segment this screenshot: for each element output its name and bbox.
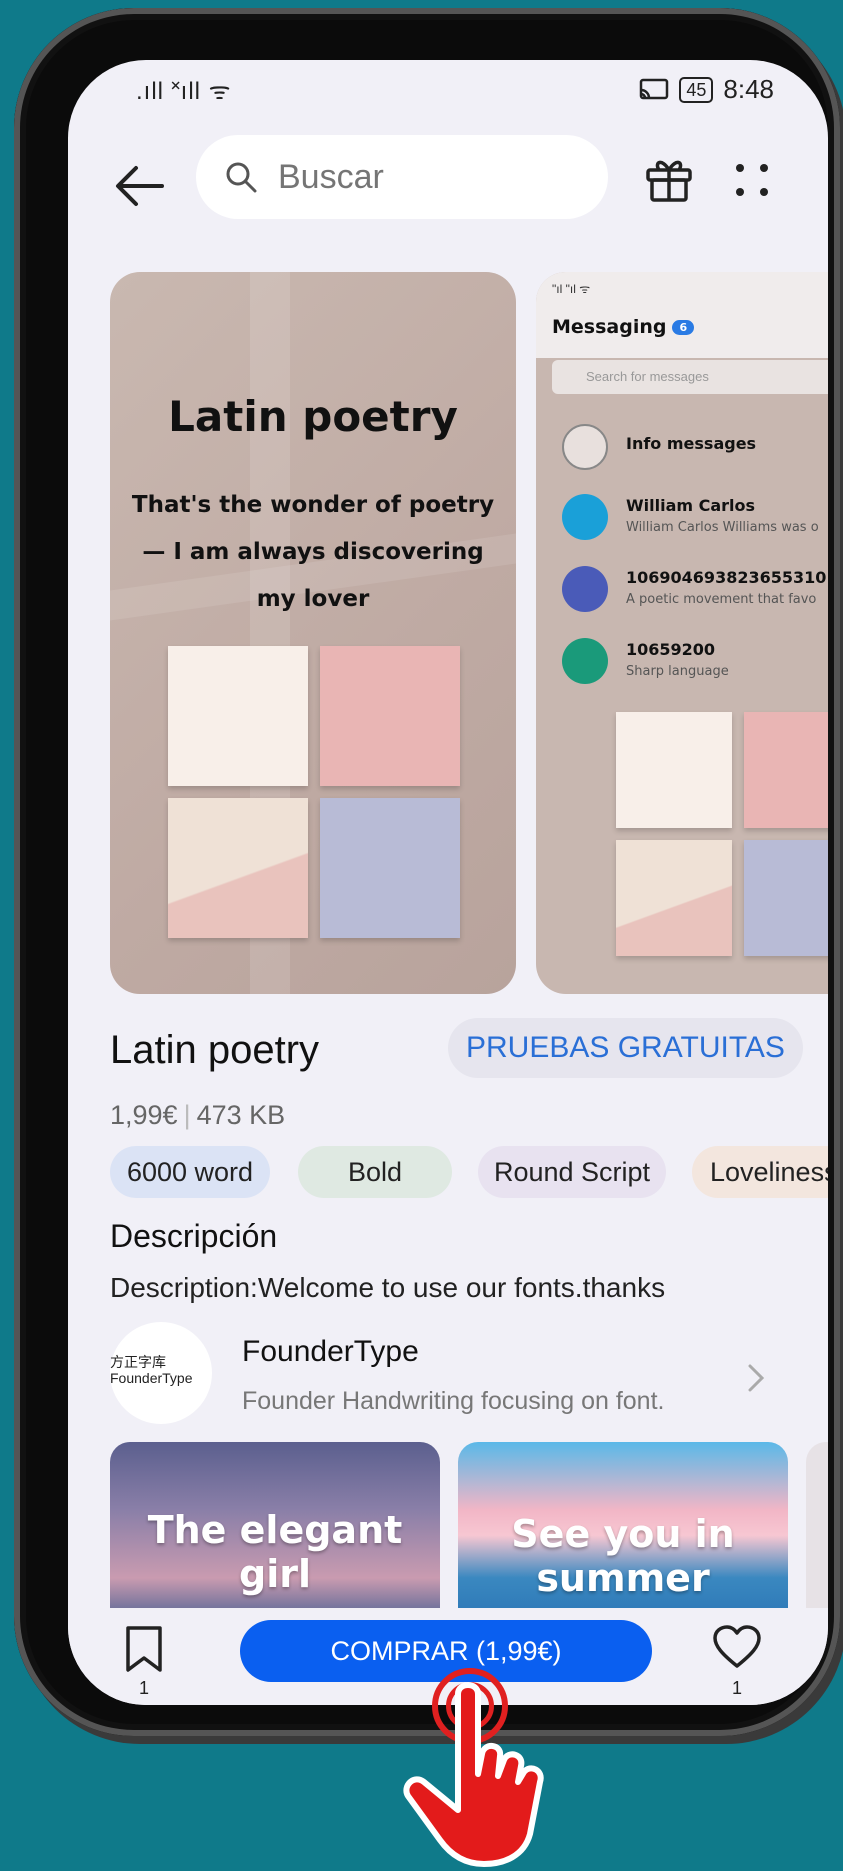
paper-tile [320,646,460,786]
message-name: 106904693823655310 [626,568,827,587]
bookmark-icon[interactable] [124,1624,164,1674]
recommendation-title: See you in summer [511,1512,735,1600]
app-title: Latin poetry [110,1028,320,1072]
avatar [562,494,608,540]
chevron-right-icon[interactable] [746,1362,766,1394]
paper-tile [744,712,828,828]
avatar [562,638,608,684]
search-icon [226,162,257,193]
preview-title: Latin poetry [168,392,458,441]
messaging-header: "ıl "ıl ᯤ Messaging 6 [536,272,828,358]
unread-badge: 6 [672,320,695,335]
status-bar: .ıll ˟ıll ᯤ 45 8:48 [68,60,828,130]
favorite-count: 1 [731,1678,742,1698]
preview-card-main[interactable]: Latin poetry That's the wonder of poetry… [110,272,516,994]
clock: 8:48 [723,74,774,104]
message-name: William Carlos [626,496,756,515]
tag-chip[interactable]: Loveliness [692,1146,828,1198]
tag-chip[interactable]: 6000 word [110,1146,270,1198]
tag-chip[interactable]: Round Script [478,1146,666,1198]
search-input[interactable] [276,156,580,198]
list-item: William Carlos William Carlos Williams w… [562,490,828,546]
heart-icon[interactable] [712,1624,762,1670]
message-snippet: William Carlos Williams was o [626,520,819,535]
description-text: Description:Welcome to use our fonts.tha… [110,1272,666,1303]
paper-tile [168,798,308,938]
back-arrow-icon[interactable] [112,158,168,214]
phone-frame: .ıll ˟ıll ᯤ 45 8:48 Latin poetry That's … [14,8,840,1736]
search-bar[interactable] [196,135,608,219]
recommendation-card[interactable]: See you in summer [458,1442,788,1612]
free-trial-button[interactable]: PRUEBAS GRATUITAS [448,1018,803,1078]
description-heading: Descripción [110,1218,278,1254]
message-name: 10659200 [626,640,716,659]
preview-card-messaging[interactable]: "ıl "ıl ᯤ Messaging 6 Search for messages… [536,272,828,994]
list-item: Info messages [562,420,828,476]
app-screen: .ıll ˟ıll ᯤ 45 8:48 Latin poetry That's … [68,60,828,1705]
app-meta: 1,99€ | 473 KB [110,1100,286,1130]
battery-indicator: 45 [679,76,714,103]
app-size: 473 KB [196,1100,286,1130]
message-snippet: Sharp language [626,664,729,679]
mini-status: "ıl "ıl ᯤ [552,282,591,296]
bookmark-count: 1 [138,1678,149,1698]
recommendation-card[interactable] [806,1442,828,1612]
signal-icons: .ıll ˟ıll ᯤ [136,78,232,105]
more-options-icon[interactable] [732,160,772,200]
avatar [562,566,608,612]
messaging-search-text: Search for messages [586,369,709,384]
bell-icon [562,424,608,470]
messaging-title: Messaging 6 [552,316,695,338]
paper-tile [616,840,732,956]
developer-logo[interactable]: 方正字库 FounderType [110,1322,212,1424]
paper-tile [616,712,732,828]
developer-subtitle: Founder Handwriting focusing on font. [242,1387,665,1415]
message-snippet: A poetic movement that favo [626,592,817,607]
recommendation-title: The elegant girl [147,1508,403,1596]
list-item: 106904693823655310 A poetic movement tha… [562,562,828,618]
messaging-title-text: Messaging [552,316,667,338]
paper-tile [744,840,828,956]
developer-logo-text: 方正字库 FounderType [110,1354,193,1386]
paper-tile [320,798,460,938]
developer-name[interactable]: FounderType [242,1335,419,1369]
cast-icon [640,78,669,99]
messaging-search: Search for messages [552,360,828,394]
paper-tile [168,646,308,786]
preview-body: That's the wonder of poetry — I am alway… [131,492,495,612]
app-price: 1,99€ [110,1100,178,1130]
list-item: 10659200 Sharp language [562,634,828,690]
pointing-hand-icon [403,1682,544,1867]
tag-chip[interactable]: Bold [298,1146,452,1198]
recommendation-card[interactable]: The elegant girl [110,1442,440,1612]
message-name: Info messages [626,434,757,453]
gift-icon[interactable] [642,152,696,206]
status-right: 45 8:48 [639,74,774,105]
